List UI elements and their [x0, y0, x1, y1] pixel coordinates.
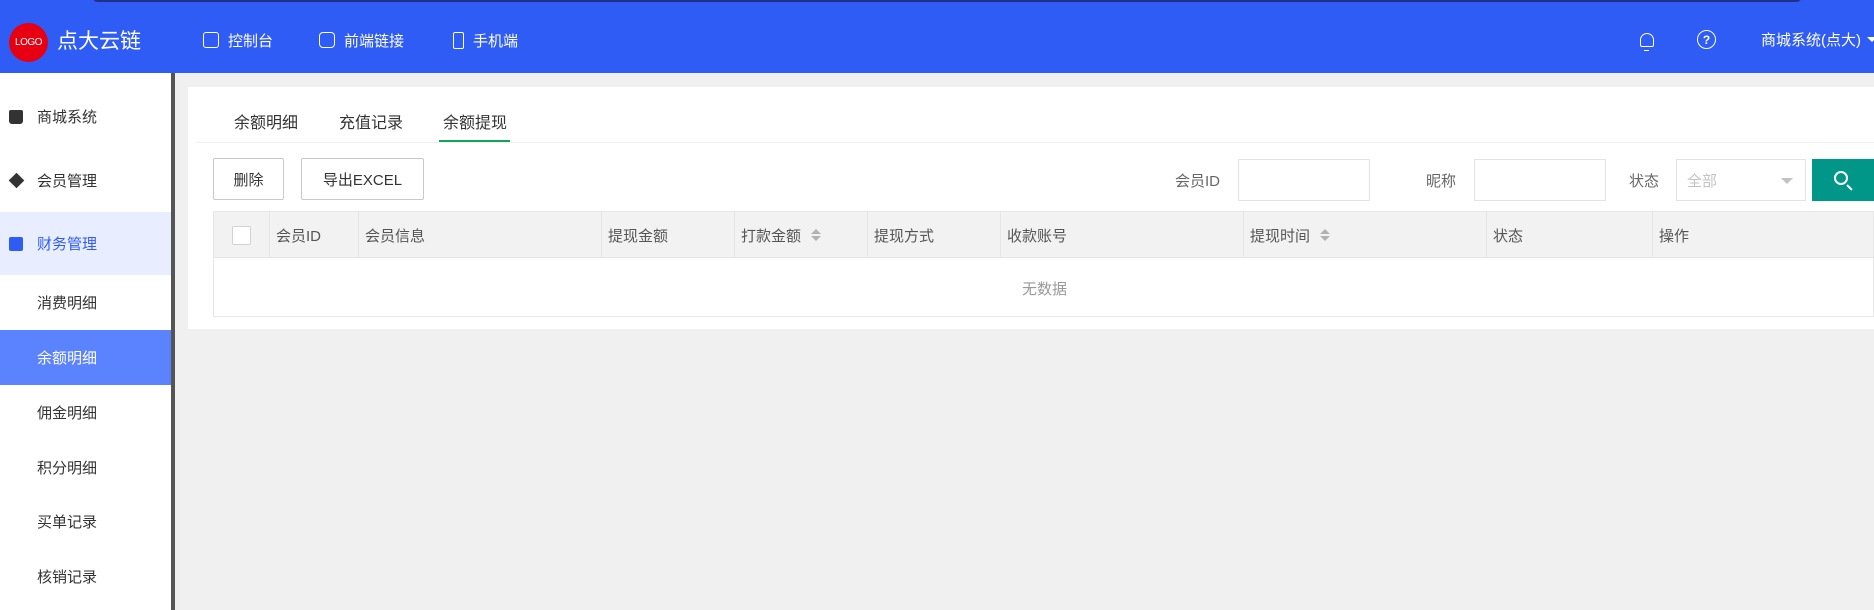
- bell-icon: [1640, 33, 1654, 51]
- column-header-label: 提现时间: [1250, 227, 1311, 245]
- chevron-down-icon: [1781, 178, 1793, 184]
- main-panel: 余额明细 充值记录 余额提现 删除 导出EXCEL 会员ID 昵称 状态 全部 …: [188, 87, 1874, 329]
- sidebar-item-label: 商城系统: [37, 108, 98, 126]
- column-header: 提现方式: [867, 212, 1000, 258]
- search-icon: [1834, 171, 1848, 185]
- sidebar-subitem-points[interactable]: 积分明细: [0, 440, 171, 495]
- mobile-icon: [453, 31, 464, 49]
- brand-name: 点大云链: [57, 30, 141, 53]
- bag-icon: [9, 110, 23, 124]
- sidebar-subitem-label: 佣金明细: [37, 405, 98, 422]
- nav-frontend-link[interactable]: 前端链接: [319, 28, 404, 52]
- column-header-sortable[interactable]: 打款金额: [734, 212, 867, 258]
- sort-icon: [811, 229, 822, 241]
- nav-dashboard-label: 控制台: [228, 32, 274, 50]
- sidebar-item-label: 会员管理: [37, 172, 98, 190]
- sidebar-subitem-pay-records[interactable]: 买单记录: [0, 494, 171, 549]
- column-header: 收款账号: [1000, 212, 1243, 258]
- status-select-value: 全部: [1687, 172, 1718, 190]
- tab-balance-withdraw[interactable]: 余额提现: [443, 109, 507, 133]
- sidebar-subitem-commission[interactable]: 佣金明细: [0, 385, 171, 440]
- status-label: 状态: [1629, 173, 1660, 190]
- member-id-input[interactable]: [1238, 159, 1370, 201]
- sidebar-subitem-label: 核销记录: [37, 569, 98, 586]
- logo: LOGO: [9, 23, 48, 62]
- dashboard-icon: [203, 32, 219, 48]
- table-header: 会员ID 会员信息 提现金额 打款金额 提现方式 收款账号 提现时间 状态 操作: [214, 212, 1873, 258]
- search-button[interactable]: [1812, 159, 1874, 201]
- sidebar-subitem-label: 消费明细: [37, 295, 98, 312]
- column-header: 状态: [1486, 212, 1652, 258]
- logo-text: LOGO: [15, 37, 42, 48]
- nickname-input[interactable]: [1474, 159, 1606, 201]
- sidebar-divider: [171, 73, 175, 610]
- column-header: 操作: [1652, 212, 1874, 258]
- notification-button[interactable]: [1637, 30, 1657, 51]
- user-name: 商城系统(点大): [1761, 32, 1861, 49]
- member-id-label: 会员ID: [1175, 173, 1221, 190]
- tab-divider: [196, 142, 1874, 143]
- browser-focus-outline: [92, 0, 1802, 2]
- help-icon[interactable]: ?: [1697, 30, 1716, 49]
- sidebar-subitem-consumption[interactable]: 消费明细: [0, 275, 171, 330]
- sidebar-item-label: 财务管理: [37, 236, 98, 253]
- tab-balance-detail[interactable]: 余额明细: [234, 109, 298, 133]
- column-header: 会员ID: [269, 212, 358, 258]
- delete-button[interactable]: 删除: [213, 158, 284, 200]
- top-header: LOGO 点大云链 控制台 前端链接 手机端 ? 商城系统(点大): [0, 0, 1874, 73]
- diamond-icon: [8, 172, 25, 189]
- nav-mobile[interactable]: 手机端: [453, 28, 518, 52]
- nav-mobile-label: 手机端: [473, 32, 519, 50]
- withdraw-table: 会员ID 会员信息 提现金额 打款金额 提现方式 收款账号 提现时间 状态 操作…: [213, 211, 1874, 317]
- status-select[interactable]: 全部: [1676, 159, 1806, 201]
- sidebar-item-mall-system[interactable]: 商城系统: [0, 85, 171, 147]
- link-icon: [319, 32, 335, 48]
- sidebar-subitem-balance[interactable]: 余额明细: [0, 330, 171, 385]
- chevron-down-icon: [1867, 37, 1874, 42]
- select-all-cell: [214, 212, 269, 258]
- select-all-checkbox[interactable]: [232, 225, 251, 245]
- nav-frontend-link-label: 前端链接: [344, 32, 405, 50]
- column-header-sortable[interactable]: 提现时间: [1243, 212, 1486, 258]
- sidebar-item-member-management[interactable]: 会员管理: [0, 149, 171, 211]
- export-excel-button[interactable]: 导出EXCEL: [301, 158, 424, 200]
- tab-recharge-records[interactable]: 充值记录: [339, 109, 403, 133]
- empty-state: 无数据: [1021, 280, 1067, 298]
- column-header: 会员信息: [358, 212, 601, 258]
- user-menu[interactable]: 商城系统(点大): [1761, 29, 1874, 50]
- sidebar-item-finance-management[interactable]: 财务管理: [0, 212, 171, 275]
- column-header: 提现金额: [601, 212, 734, 258]
- column-header-label: 打款金额: [741, 227, 802, 245]
- sidebar-subitem-verification-records[interactable]: 核销记录: [0, 549, 171, 604]
- sort-icon: [1320, 229, 1331, 241]
- nickname-label: 昵称: [1426, 173, 1457, 190]
- sidebar-subitem-label: 余额明细: [37, 350, 98, 367]
- sidebar-subitem-label: 积分明细: [37, 460, 98, 477]
- sidebar-subitem-label: 买单记录: [37, 514, 98, 531]
- wallet-icon: [9, 237, 23, 251]
- nav-dashboard[interactable]: 控制台: [203, 28, 273, 52]
